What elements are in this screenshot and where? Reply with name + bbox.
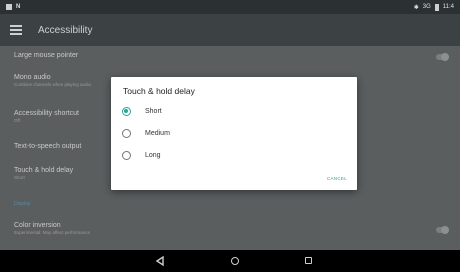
setting-title: Text-to-speech output [14,143,82,150]
setting-subtitle: Experimental: May affect performance [14,230,90,235]
app-bar: Accessibility [0,14,460,46]
cancel-button[interactable]: CANCEL [327,176,347,181]
setting-title: Mono audio [14,74,51,81]
setting-mono-audio[interactable]: Mono audio Combine channels when playing… [14,74,91,87]
setting-title: Touch & hold delay [14,167,74,174]
setting-tts-output[interactable]: Text-to-speech output [14,143,81,150]
page-title: Accessibility [38,24,93,36]
back-icon [155,255,164,267]
option-short[interactable]: Short [122,107,162,116]
radio-unselected-icon[interactable] [122,151,131,160]
setting-touch-hold-delay[interactable]: Touch & hold delay Short [14,167,73,180]
signal-label: 3G [422,4,431,10]
home-icon [231,257,239,265]
setting-subtitle: Off [14,118,20,123]
notification-icon [6,4,12,10]
navigation-bar [0,250,460,272]
dialog-title: Touch & hold delay [123,86,195,96]
menu-icon[interactable] [10,25,22,35]
section-display-label: Display [14,201,31,207]
back-button[interactable] [145,250,175,272]
color-inversion-toggle[interactable] [436,226,449,234]
setting-large-mouse-pointer[interactable]: Large mouse pointer [14,52,78,59]
bluetooth-icon: ✱ [413,4,419,11]
n-notification-icon: N [16,4,21,10]
option-long[interactable]: Long [122,151,161,160]
setting-accessibility-shortcut[interactable]: Accessibility shortcut Off [14,110,79,123]
setting-subtitle: Short [14,175,25,180]
setting-color-inversion[interactable]: Color inversion Experimental: May affect… [14,222,90,235]
setting-title: Large mouse pointer [14,52,79,59]
touch-hold-delay-dialog: Touch & hold delay Short Medium Long CAN… [111,77,357,190]
setting-title: Color inversion [14,222,61,229]
setting-title: Accessibility shortcut [14,110,79,117]
radio-unselected-icon[interactable] [122,129,131,138]
battery-icon [434,3,439,11]
option-label: Long [145,152,161,159]
option-label: Medium [145,130,170,137]
recents-icon [305,257,312,264]
recents-button[interactable] [294,250,324,272]
home-button[interactable] [220,250,250,272]
option-medium[interactable]: Medium [122,129,170,138]
option-label: Short [145,108,162,115]
large-mouse-pointer-toggle[interactable] [436,53,449,61]
status-time: 11:4 [442,4,454,10]
setting-subtitle: Combine channels when playing audio [14,82,92,87]
radio-selected-icon[interactable] [122,107,131,116]
status-bar: N ✱ 3G 11:4 [0,0,460,14]
